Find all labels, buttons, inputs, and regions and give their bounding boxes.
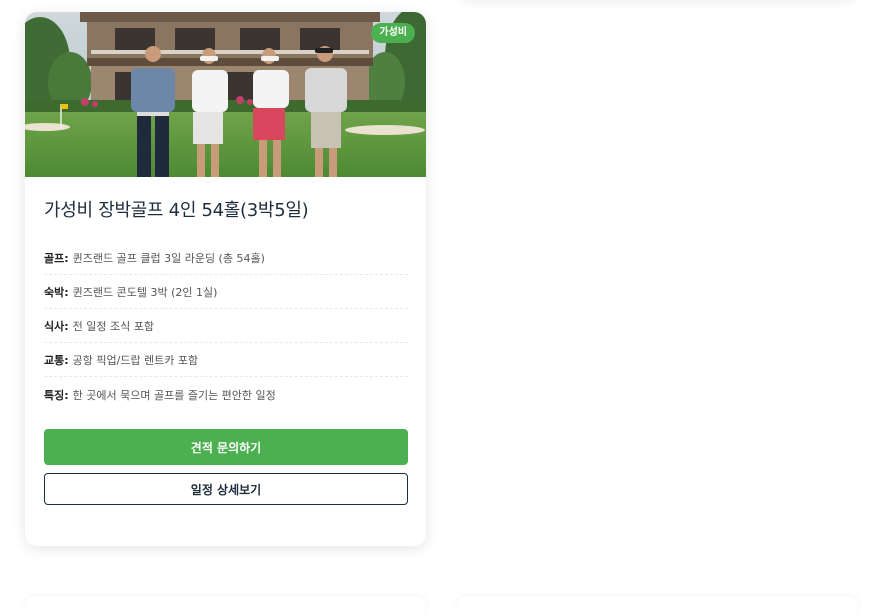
detail-key: 숙박: — [44, 286, 69, 299]
quote-inquiry-button[interactable]: 견적 문의하기 — [44, 429, 408, 465]
detail-key: 골프: — [44, 252, 69, 265]
package-details: 골프: 퀸즈랜드 골프 클럽 3일 라운딩 (총 54홀) 숙박: 퀸즈랜드 콘… — [44, 242, 408, 411]
next-card-edge — [457, 596, 858, 616]
package-card: 가성비 가성비 장박골프 4인 54홀(3박5일) 골프: 퀸즈랜드 골프 클럽… — [25, 12, 426, 546]
detail-value: 퀸즈랜드 콘도텔 3박 (2인 1실) — [72, 286, 218, 299]
detail-row-transport: 교통: 공항 픽업/드랍 렌트카 포함 — [44, 344, 408, 377]
detail-key: 특징: — [44, 388, 69, 402]
detail-row-lodging: 숙박: 퀸즈랜드 콘도텔 3박 (2인 1실) — [44, 276, 408, 309]
itinerary-detail-button[interactable]: 일정 상세보기 — [44, 473, 408, 505]
detail-row-meals: 식사: 전 일정 조식 포함 — [44, 310, 408, 343]
next-card-edge — [25, 596, 426, 616]
detail-row-golf: 골프: 퀸즈랜드 골프 클럽 3일 라운딩 (총 54홀) — [44, 242, 408, 275]
detail-key: 식사: — [44, 320, 69, 333]
golf-group-photo — [25, 12, 426, 177]
detail-key: 교통: — [44, 354, 69, 367]
package-title: 가성비 장박골프 4인 54홀(3박5일) — [44, 200, 309, 221]
detail-value: 한 곳에서 묵으며 골프를 즐기는 편안한 일정 — [72, 388, 276, 402]
hero-image: 가성비 — [25, 12, 426, 177]
detail-value: 퀸즈랜드 골프 클럽 3일 라운딩 (총 54홀) — [72, 252, 265, 265]
detail-row-feature: 특징: 한 곳에서 묵으며 골프를 즐기는 편안한 일정 — [44, 378, 408, 411]
detail-value: 전 일정 조식 포함 — [72, 320, 154, 333]
value-badge: 가성비 — [371, 23, 415, 43]
detail-value: 공항 픽업/드랍 렌트카 포함 — [72, 354, 199, 367]
